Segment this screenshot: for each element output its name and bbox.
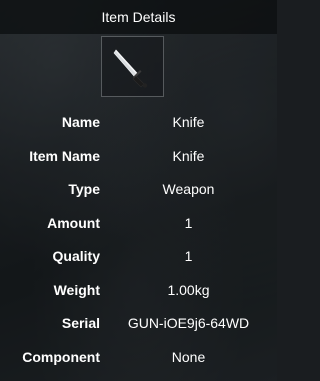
attribute-row-type: Type Weapon: [0, 173, 277, 207]
knife-icon: [113, 49, 148, 88]
attribute-row-component: Component None: [0, 341, 277, 375]
attribute-label: Type: [68, 181, 100, 197]
panel-title: Item Details: [0, 0, 277, 34]
attribute-value: None: [171, 348, 206, 365]
attribute-value: 1: [184, 248, 193, 264]
attribute-label: Component: [22, 348, 100, 365]
attribute-value: 1: [184, 214, 193, 231]
attribute-label: Quality: [52, 248, 100, 264]
attribute-value: 1.00kg: [167, 281, 210, 298]
attribute-label: Weight: [53, 281, 100, 298]
attribute-row-weight: Weight 1.00kg: [0, 274, 277, 308]
attribute-row-item-name: Item Name Knife: [0, 140, 277, 174]
attribute-row-quality: Quality 1: [0, 240, 277, 274]
attribute-label: Serial: [61, 315, 100, 331]
attribute-value: Knife: [172, 147, 205, 164]
attribute-value: Weapon: [162, 181, 215, 197]
attribute-label: Amount: [47, 214, 100, 231]
attribute-value: GUN-iOE9j6-64WD: [127, 315, 250, 331]
item-details-panel: Item Details Name Knife Item Name Knife …: [0, 0, 277, 381]
attribute-label: Item Name: [29, 147, 100, 164]
attribute-row-amount: Amount 1: [0, 207, 277, 241]
item-attributes: Name Knife Item Name Knife Type Weapon A…: [0, 106, 277, 374]
attribute-label: Name: [61, 114, 100, 130]
item-image-slot: [101, 36, 164, 97]
attribute-row-serial: Serial GUN-iOE9j6-64WD: [0, 307, 277, 341]
attribute-row-name: Name Knife: [0, 106, 277, 140]
attribute-value: Knife: [172, 114, 205, 130]
